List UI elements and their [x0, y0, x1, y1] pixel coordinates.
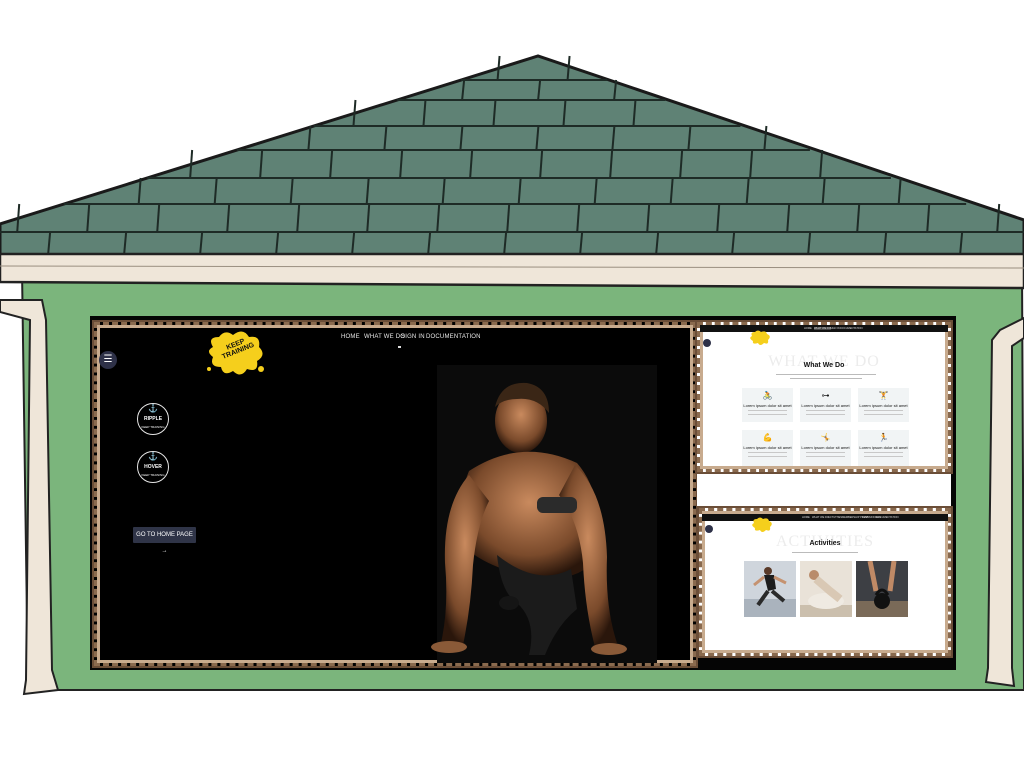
mini-nav-home[interactable]: HOME [802, 516, 810, 519]
garage-scene: KEEP TRAINING HOME WHAT WE DO SIGN IN DO… [0, 0, 1024, 768]
nav-what-we-do-link[interactable]: WHAT WE DO [364, 334, 405, 340]
main-site-screenshot: KEEP TRAINING HOME WHAT WE DO SIGN IN DO… [94, 322, 696, 666]
go-to-home-page-button[interactable]: GO TO HOME PAGE → [133, 527, 196, 554]
card-text-line [864, 452, 903, 453]
ripple-badge[interactable]: ⚓ RIPPLE KEEP TRAINING [137, 403, 169, 435]
card-title: Lorem ipsum dolor sit amet [743, 445, 792, 450]
activity-photo-kettlebell[interactable] [856, 561, 908, 617]
mini-menu-icon[interactable] [705, 525, 713, 533]
nav-home-link[interactable]: HOME [341, 334, 360, 340]
cycling-icon: 🚴 [762, 391, 773, 400]
hamburger-icon[interactable]: ☰ [99, 351, 117, 369]
card-text-line [806, 410, 845, 411]
card-title: Lorem ipsum dolor sit amet [859, 445, 908, 450]
activity-photo-yoga[interactable] [800, 561, 852, 617]
badge-title: RIPPLE [143, 416, 163, 422]
section-title: Activities [809, 540, 841, 547]
service-card[interactable]: 🚴 Lorem ipsum dolor sit amet [742, 388, 793, 422]
card-text-line [806, 452, 845, 453]
service-card[interactable]: ⊶ Lorem ipsum dolor sit amet [800, 388, 851, 422]
card-text-line [864, 410, 903, 411]
mini-logo [750, 330, 770, 345]
hover-badge[interactable]: ⚓ HOVER KEEP TRAINING [137, 451, 169, 483]
section-title: What We Do [803, 362, 845, 369]
mini-menu-icon[interactable] [703, 339, 711, 347]
service-card[interactable]: 🤸 Lorem ipsum dolor sit amet [800, 430, 851, 466]
card-text-line [806, 456, 845, 457]
mini-nav-documentation[interactable]: DOCUMENTATION [876, 516, 899, 519]
card-text-line [748, 452, 787, 453]
anchor-icon: ⚓ [148, 452, 158, 461]
activities-screenshot: HOME WHAT WE DO ACTIVITIES MEMBERSHIP PL… [699, 508, 951, 656]
divider-area [697, 474, 951, 506]
activity-photo-running[interactable] [744, 561, 796, 617]
card-text-line [864, 414, 903, 415]
mini-nav-home[interactable]: HOME [804, 327, 812, 330]
card-title: Lorem ipsum dolor sit amet [743, 403, 792, 408]
mini-nav-documentation[interactable]: DOCUMENTATION [840, 327, 863, 330]
card-text-line [748, 410, 787, 411]
mini-nav-activities[interactable]: ACTIVITIES [828, 516, 842, 519]
nav-active-indicator [398, 346, 401, 348]
mini-nav-sign-in[interactable]: SIGN IN [830, 327, 840, 330]
section-subtitle-line [776, 374, 876, 375]
card-title: Lorem ipsum dolor sit amet [801, 403, 850, 408]
mini-nav-what-we-do[interactable]: WHAT WE DO [814, 327, 831, 330]
service-card[interactable]: 🏋 Lorem ipsum dolor sit amet [858, 388, 909, 422]
badge-title: HOVER [144, 464, 162, 470]
mini-nav-what-we-do[interactable]: WHAT WE DO [812, 516, 829, 519]
section-subtitle-line [790, 378, 862, 379]
card-title: Lorem ipsum dolor sit amet [801, 445, 850, 450]
gymnast-icon: 🤸 [820, 433, 831, 442]
card-text-line [864, 456, 903, 457]
badge-subtitle: KEEP TRAINING [141, 473, 165, 477]
muscle-arm-icon: 💪 [762, 433, 773, 442]
card-text-line [748, 414, 787, 415]
service-card[interactable]: 🏃 Lorem ipsum dolor sit amet [858, 430, 909, 466]
weightlifting-icon: 🏋 [878, 391, 889, 400]
running-icon: 🏃 [878, 433, 889, 442]
nav-documentation-link[interactable]: DOCUMENTATION [426, 334, 481, 340]
card-text-line [806, 414, 845, 415]
card-title: Lorem ipsum dolor sit amet [859, 403, 908, 408]
athlete-photo [431, 365, 657, 663]
service-card[interactable]: 💪 Lorem ipsum dolor sit amet [742, 430, 793, 466]
nav-sign-in-link[interactable]: SIGN IN [401, 334, 425, 340]
badge-subtitle: KEEP TRAINING [141, 425, 165, 429]
card-text-line [748, 456, 787, 457]
anchor-icon: ⚓ [148, 404, 158, 413]
section-subtitle-line [792, 552, 858, 553]
dumbbell-icon: ⊶ [821, 391, 830, 400]
